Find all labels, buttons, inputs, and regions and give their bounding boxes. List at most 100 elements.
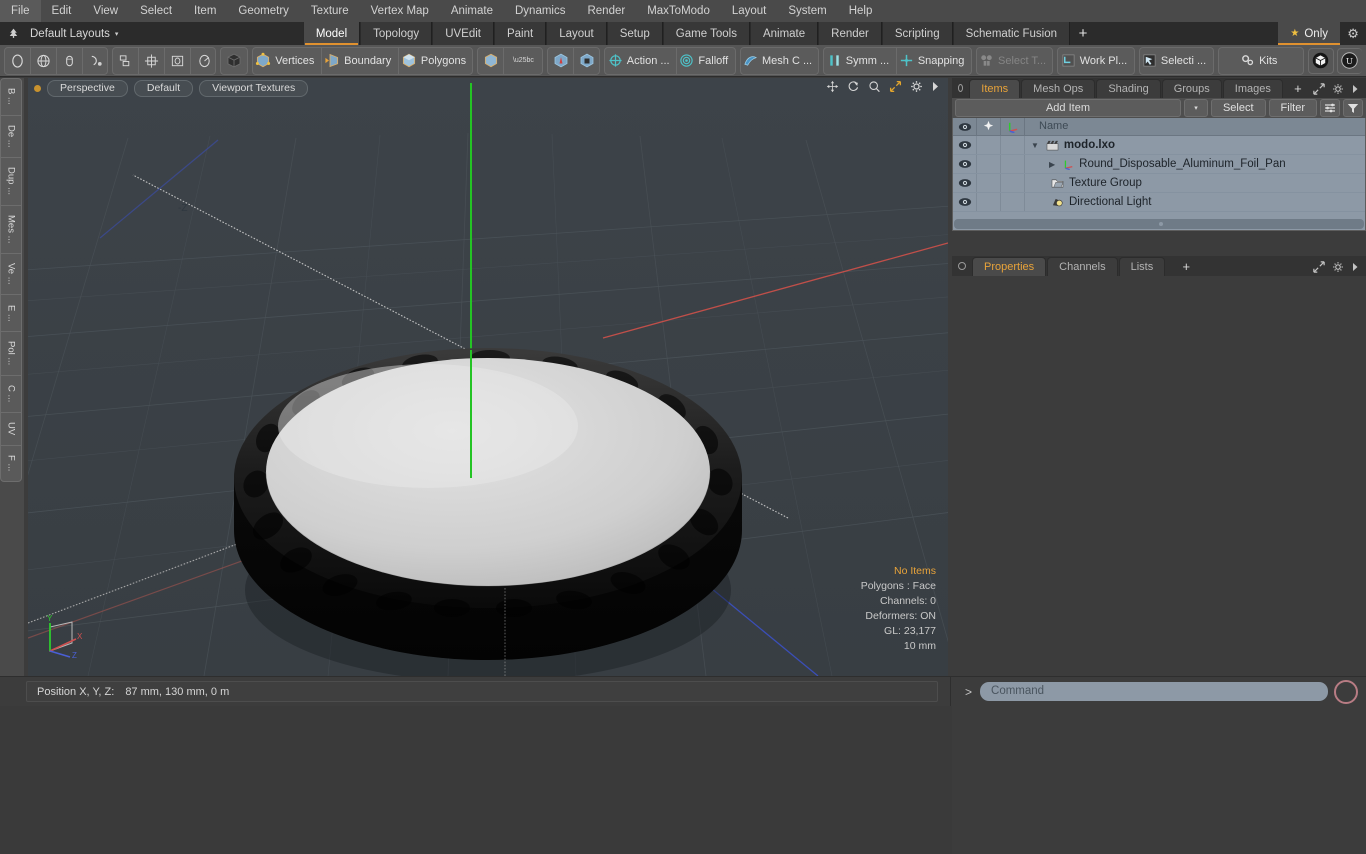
row-axis-cell[interactable] — [1001, 193, 1025, 211]
tab-uvedit[interactable]: UVEdit — [432, 22, 494, 45]
polygons-button[interactable]: Polygons — [399, 48, 473, 74]
snapping-button[interactable]: Snapping — [897, 48, 971, 74]
viewport-view-mode[interactable]: Perspective — [47, 79, 128, 97]
row-axis-cell[interactable] — [1001, 174, 1025, 192]
items-tree-horizontal-scrollbar[interactable] — [954, 219, 1364, 229]
chevron-right-icon[interactable] — [1351, 262, 1359, 272]
tab-mesh-ops[interactable]: Mesh Ops — [1021, 79, 1096, 98]
tab-images[interactable]: Images — [1222, 79, 1283, 98]
menu-item-help[interactable]: Help — [838, 0, 884, 22]
vtab-deform[interactable]: De ... — [1, 116, 21, 159]
select-through-a-icon[interactable] — [548, 47, 575, 74]
vtab-curve[interactable]: C ... — [1, 376, 21, 414]
symmetry-button[interactable]: Symm ... — [824, 47, 897, 74]
list-options-icon[interactable] — [1320, 99, 1340, 117]
chevron-down-icon[interactable]: \u25bc — [504, 48, 542, 74]
tree-item-directional-light[interactable]: Directional Light — [1025, 196, 1151, 208]
chevron-right-icon[interactable] — [931, 81, 940, 92]
tab-shading[interactable]: Shading — [1096, 79, 1161, 98]
column-axis-icon[interactable] — [1001, 118, 1025, 135]
row-pivot-cell[interactable] — [977, 155, 1001, 173]
modo-badge-icon[interactable] — [1307, 47, 1334, 74]
row-axis-cell[interactable] — [1001, 155, 1025, 173]
panel-menu-dot-icon[interactable] — [958, 84, 964, 92]
array-icon[interactable] — [113, 47, 140, 74]
vtab-polygon[interactable]: Pol ... — [1, 332, 21, 376]
gear-icon[interactable] — [1332, 83, 1344, 95]
expand-icon[interactable] — [1313, 83, 1325, 95]
tab-setup[interactable]: Setup — [606, 22, 663, 45]
menu-item-layout[interactable]: Layout — [721, 0, 778, 22]
expander-icon[interactable]: ▶ — [1049, 160, 1055, 169]
row-pivot-cell[interactable] — [977, 193, 1001, 211]
gear-icon[interactable] — [910, 80, 923, 93]
viewport-3d[interactable]: -Z Perspective Default Viewport Textures… — [28, 78, 948, 676]
capsule-icon[interactable] — [57, 47, 83, 74]
menu-item-select[interactable]: Select — [129, 0, 183, 22]
select-through-b-icon[interactable] — [574, 48, 599, 74]
falloff-button[interactable]: Falloff — [677, 48, 735, 74]
vtab-vertex[interactable]: Ve ... — [1, 254, 21, 296]
vtab-fusion[interactable]: F ... — [1, 446, 21, 481]
add-item-button[interactable]: Add Item — [955, 99, 1181, 117]
menu-item-item[interactable]: Item — [183, 0, 227, 22]
add-item-dropdown[interactable]: ▾ — [1183, 99, 1208, 117]
tab-schematic-fusion[interactable]: Schematic Fusion — [952, 22, 1071, 45]
row-visibility-eye-icon[interactable] — [953, 174, 977, 192]
tab-animate[interactable]: Animate — [749, 22, 819, 45]
curve-icon[interactable] — [83, 48, 107, 74]
fit-icon[interactable] — [889, 80, 902, 93]
mesh-constraint-button[interactable]: Mesh C ... — [741, 48, 819, 74]
menu-item-dynamics[interactable]: Dynamics — [504, 0, 576, 22]
tab-game-tools[interactable]: Game Tools — [662, 22, 750, 45]
select-through-button[interactable]: Select T... — [977, 48, 1053, 74]
vtab-duplicate[interactable]: Dup ... — [1, 158, 21, 206]
mirror-icon[interactable] — [139, 47, 166, 74]
menu-item-file[interactable]: File — [0, 0, 41, 22]
ellipse-icon[interactable] — [5, 47, 31, 74]
boundary-button[interactable]: Boundary — [322, 47, 399, 74]
row-visibility-eye-icon[interactable] — [953, 155, 977, 173]
row-pivot-cell[interactable] — [977, 136, 1001, 154]
viewport-draw-style[interactable]: Viewport Textures — [199, 79, 309, 97]
table-row[interactable]: ▼ modo.lxo — [953, 136, 1365, 155]
menu-item-texture[interactable]: Texture — [300, 0, 360, 22]
record-circle-icon[interactable] — [1334, 679, 1358, 704]
tab-groups[interactable]: Groups — [1161, 79, 1222, 98]
vtab-uv[interactable]: UV — [1, 413, 21, 446]
unreal-badge-icon[interactable]: U — [1336, 47, 1363, 74]
menu-item-animate[interactable]: Animate — [440, 0, 504, 22]
filter-button[interactable]: Filter — [1268, 99, 1317, 117]
row-visibility-eye-icon[interactable] — [953, 136, 977, 154]
viewport-menu-dot-icon[interactable] — [34, 84, 41, 92]
bevel-icon[interactable] — [165, 47, 192, 74]
properties-menu-dot-icon[interactable] — [958, 262, 966, 270]
home-tree-icon[interactable] — [0, 22, 26, 45]
vtab-edge[interactable]: E ... — [1, 295, 21, 332]
tab-items[interactable]: Items — [969, 79, 1021, 98]
tab-paint[interactable]: Paint — [493, 22, 547, 45]
tab-layout[interactable]: Layout — [546, 22, 607, 45]
tab-model[interactable]: Model — [302, 22, 361, 45]
menu-item-view[interactable]: View — [82, 0, 129, 22]
globe-icon[interactable] — [31, 47, 57, 74]
tab-render[interactable]: Render — [818, 22, 882, 45]
item-cube-icon[interactable] — [478, 47, 505, 74]
menu-item-system[interactable]: System — [777, 0, 837, 22]
row-axis-cell[interactable] — [1001, 136, 1025, 154]
gear-icon[interactable] — [1332, 261, 1344, 273]
vtab-basic[interactable]: B ... — [1, 79, 21, 116]
column-eye-icon[interactable] — [953, 118, 977, 135]
pan-icon[interactable] — [826, 80, 839, 93]
add-properties-tab-button[interactable]: + — [1166, 258, 1206, 276]
menu-item-edit[interactable]: Edit — [41, 0, 83, 22]
tab-lists[interactable]: Lists — [1118, 257, 1166, 276]
menu-item-maxtomodo[interactable]: MaxToModo — [636, 0, 721, 22]
add-panel-tab-button[interactable]: + — [1284, 80, 1312, 98]
menu-item-render[interactable]: Render — [576, 0, 636, 22]
kits-button[interactable]: Kits — [1219, 48, 1303, 74]
tab-properties[interactable]: Properties — [972, 257, 1047, 276]
table-row[interactable]: Directional Light — [953, 193, 1365, 212]
selection-sets-button[interactable]: Selecti ... — [1140, 48, 1213, 74]
tab-channels[interactable]: Channels — [1047, 257, 1118, 276]
